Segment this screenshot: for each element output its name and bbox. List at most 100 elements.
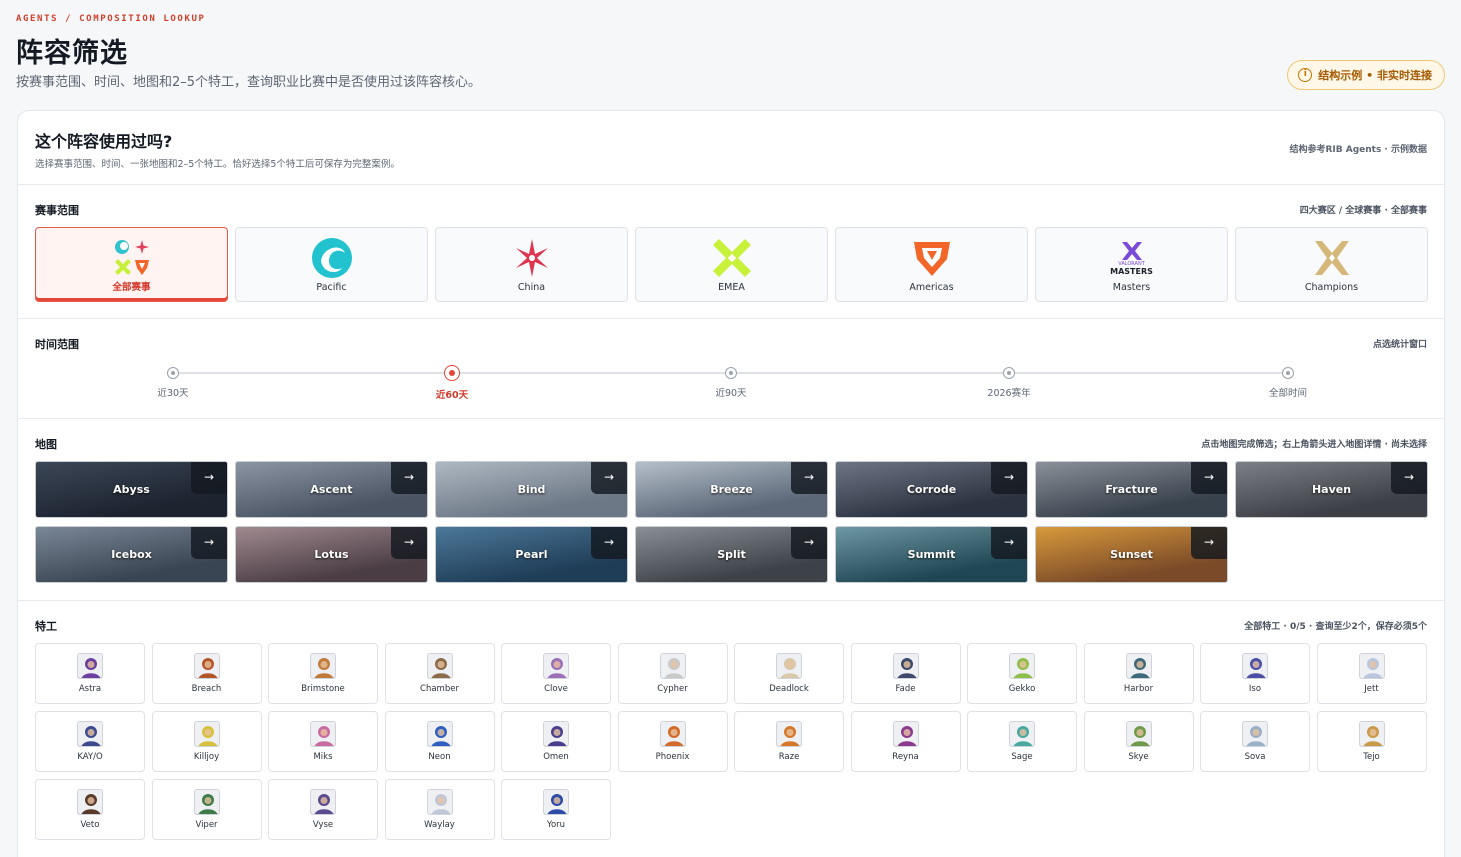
agent-card[interactable]: Phoenix xyxy=(617,711,728,772)
scope-option-all[interactable]: 全部赛事 xyxy=(35,227,228,302)
agent-card[interactable]: Clove xyxy=(501,643,611,704)
scope-option-label: 全部赛事 xyxy=(112,282,151,293)
agent-card[interactable]: Neon xyxy=(384,711,495,772)
agent-card[interactable]: Waylay xyxy=(384,779,495,840)
agent-name: Chamber xyxy=(420,684,459,694)
arrow-right-icon[interactable]: → xyxy=(791,527,827,559)
map-tile-corrode[interactable]: Corrode → xyxy=(835,461,1028,518)
scope-option-label: Champions xyxy=(1304,282,1359,293)
map-tile-icebox[interactable]: Icebox → xyxy=(35,526,228,583)
scope-option-china[interactable]: China xyxy=(435,227,628,302)
agent-card[interactable]: Iso xyxy=(1200,643,1310,704)
scope-option-masters[interactable]: VALORANT MASTERS Masters xyxy=(1035,227,1228,302)
map-tile-split[interactable]: Split → xyxy=(635,526,828,583)
agent-portrait-icon xyxy=(426,789,453,815)
scope-option-label: Americas xyxy=(909,282,954,293)
card-title: 这个阵容使用过吗? xyxy=(35,132,173,151)
maps-label: 地图 xyxy=(35,438,57,451)
agent-card[interactable]: Tejo xyxy=(1316,711,1427,772)
all-events-icon xyxy=(111,237,153,279)
agent-name: Clove xyxy=(544,684,568,694)
arrow-right-icon[interactable]: → xyxy=(591,462,627,494)
agent-name: Reyna xyxy=(892,752,919,762)
arrow-right-icon[interactable]: → xyxy=(1191,462,1227,494)
arrow-right-icon[interactable]: → xyxy=(191,462,227,494)
radio-dot-icon xyxy=(725,367,737,379)
agent-card[interactable]: Fade xyxy=(850,643,961,704)
agent-card[interactable]: Harbor xyxy=(1083,643,1194,704)
agent-card[interactable]: Sova xyxy=(1200,711,1310,772)
americas-logo-icon xyxy=(911,237,953,279)
map-tile-ascent[interactable]: Ascent → xyxy=(235,461,428,518)
arrow-right-icon[interactable]: → xyxy=(391,462,427,494)
agent-name: Gekko xyxy=(1008,684,1036,694)
scope-label: 赛事范围 xyxy=(35,204,79,217)
agent-card[interactable]: Reyna xyxy=(850,711,961,772)
agent-portrait-icon xyxy=(193,721,220,747)
agent-card[interactable]: Jett xyxy=(1316,643,1427,704)
agent-card[interactable]: Deadlock xyxy=(734,643,844,704)
map-tile-lotus[interactable]: Lotus → xyxy=(235,526,428,583)
time-option-label: 2026赛年 xyxy=(987,388,1031,399)
time-option-90d[interactable]: 近90天 xyxy=(691,367,771,399)
agent-name: Killjoy xyxy=(193,752,220,762)
scope-option-emea[interactable]: EMEA xyxy=(635,227,828,302)
agent-card[interactable]: Gekko xyxy=(967,643,1077,704)
arrow-right-icon[interactable]: → xyxy=(391,527,427,559)
agent-card[interactable]: Brimstone xyxy=(268,643,378,704)
page: AGENTS / COMPOSITION LOOKUP 阵容筛选 按赛事范围、时… xyxy=(0,0,1461,857)
agent-portrait-icon xyxy=(1358,721,1385,747)
agent-card[interactable]: Cypher xyxy=(617,643,728,704)
map-tile-pearl[interactable]: Pearl → xyxy=(435,526,628,583)
time-option-all[interactable]: 全部时间 xyxy=(1248,367,1328,399)
breadcrumb: AGENTS / COMPOSITION LOOKUP xyxy=(16,14,206,24)
arrow-right-icon[interactable]: → xyxy=(1391,462,1427,494)
agent-card[interactable]: KAY/O xyxy=(35,711,145,772)
agent-portrait-icon xyxy=(1125,653,1152,679)
agent-portrait-icon xyxy=(1125,721,1152,747)
agent-card[interactable]: Breach xyxy=(151,643,262,704)
map-tile-summit[interactable]: Summit → xyxy=(835,526,1028,583)
agent-name: Skye xyxy=(1128,752,1149,762)
agent-name: Viper xyxy=(195,820,218,830)
agent-card[interactable]: Vyse xyxy=(268,779,378,840)
agent-card[interactable]: Killjoy xyxy=(151,711,262,772)
map-tile-breeze[interactable]: Breeze → xyxy=(635,461,828,518)
agent-portrait-icon xyxy=(1358,653,1385,679)
scope-option-label: Masters xyxy=(1112,282,1151,293)
scope-option-pacific[interactable]: Pacific xyxy=(235,227,428,302)
arrow-right-icon[interactable]: → xyxy=(1191,527,1227,559)
time-meta: 点选统计窗口 xyxy=(1372,340,1427,350)
arrow-right-icon[interactable]: → xyxy=(191,527,227,559)
agent-card[interactable]: Omen xyxy=(501,711,611,772)
agent-portrait-icon xyxy=(310,721,336,747)
agent-card[interactable]: Miks xyxy=(268,711,378,772)
arrow-right-icon[interactable]: → xyxy=(591,527,627,559)
map-tile-fracture[interactable]: Fracture → xyxy=(1035,461,1228,518)
agent-card[interactable]: Sage xyxy=(967,711,1077,772)
agent-name: Tejo xyxy=(1363,752,1380,762)
agents-grid: Astra Breach Brimstone Chamber Clove Cypher De… xyxy=(35,643,1427,840)
map-tile-haven[interactable]: Haven → xyxy=(1235,461,1428,518)
masters-logo-text: MASTERS xyxy=(1110,266,1153,276)
agent-card[interactable]: Skye xyxy=(1083,711,1194,772)
agent-card[interactable]: Yoru xyxy=(501,779,611,840)
map-tile-bind[interactable]: Bind → xyxy=(435,461,628,518)
agent-card[interactable]: Veto xyxy=(35,779,145,840)
arrow-right-icon[interactable]: → xyxy=(991,462,1027,494)
arrow-right-icon[interactable]: → xyxy=(791,462,827,494)
time-option-60d[interactable]: 近60天 xyxy=(412,365,492,401)
scope-option-americas[interactable]: Americas xyxy=(835,227,1028,302)
agent-card[interactable]: Astra xyxy=(35,643,145,704)
arrow-right-icon[interactable]: → xyxy=(991,527,1027,559)
agent-name: Breach xyxy=(191,684,222,694)
agent-portrait-icon xyxy=(426,721,453,747)
agent-card[interactable]: Viper xyxy=(151,779,262,840)
agent-card[interactable]: Raze xyxy=(734,711,844,772)
map-tile-abyss[interactable]: Abyss → xyxy=(35,461,228,518)
scope-option-champions[interactable]: Champions xyxy=(1235,227,1428,302)
agent-card[interactable]: Chamber xyxy=(384,643,495,704)
time-option-season[interactable]: 2026赛年 xyxy=(969,367,1049,399)
map-tile-sunset[interactable]: Sunset → xyxy=(1035,526,1228,583)
time-option-30d[interactable]: 近30天 xyxy=(133,367,213,399)
